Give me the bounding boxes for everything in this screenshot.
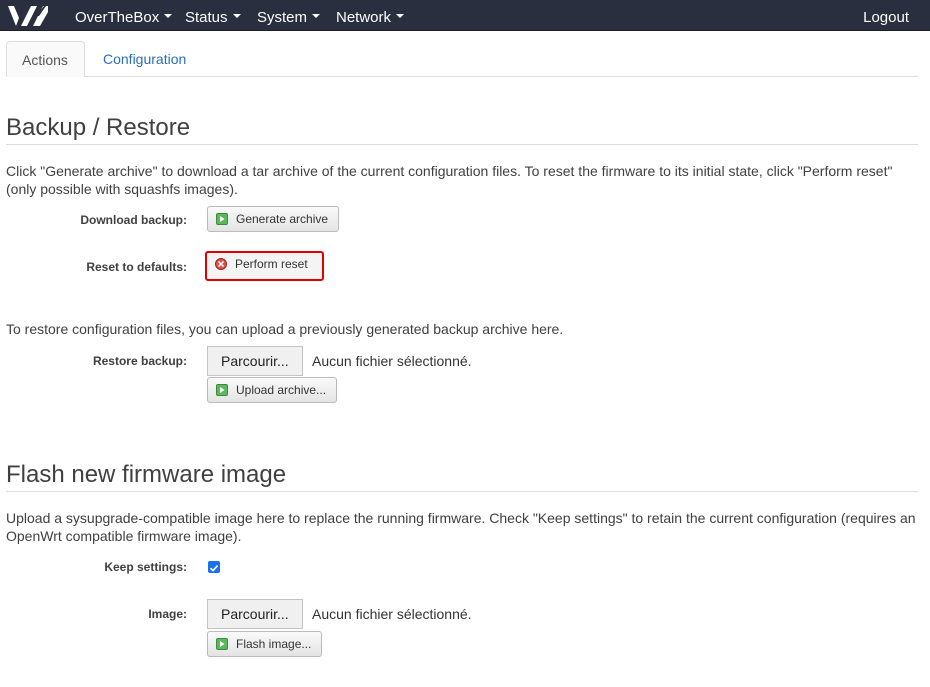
reset-defaults-label: Reset to defaults: <box>86 260 187 274</box>
restore-backup-label: Restore backup: <box>92 354 187 368</box>
tab-bar: Actions Configuration <box>6 41 918 77</box>
apply-icon <box>216 637 228 650</box>
checkmark-icon <box>209 565 219 572</box>
nav-status-label: Status <box>185 9 228 26</box>
restore-browse-button[interactable]: Parcourir... <box>207 346 303 376</box>
nav-overthebox-label: OverTheBox <box>75 9 160 26</box>
upload-archive-label: Upload archive... <box>236 383 327 397</box>
caret-down-icon <box>312 14 321 19</box>
nav-network[interactable]: Network <box>336 0 405 30</box>
perform-reset-label: Perform reset <box>235 257 308 271</box>
image-label: Image: <box>148 607 187 621</box>
upload-archive-button[interactable]: Upload archive... <box>207 377 338 403</box>
image-file-status: Aucun fichier sélectionné. <box>312 606 472 622</box>
nav-status[interactable]: Status <box>185 0 241 30</box>
flash-section-title: Flash new firmware image <box>6 459 918 492</box>
generate-archive-label: Generate archive <box>236 212 329 226</box>
keep-settings-label: Keep settings: <box>104 560 187 574</box>
tab-configuration[interactable]: Configuration <box>88 41 201 76</box>
tab-actions[interactable]: Actions <box>6 41 85 77</box>
backup-description: Click "Generate archive" to download a t… <box>6 163 893 197</box>
backup-section-title: Backup / Restore <box>6 112 918 145</box>
image-browse-button[interactable]: Parcourir... <box>207 599 303 629</box>
restore-description: To restore configuration files, you can … <box>6 321 564 337</box>
apply-icon <box>216 383 228 396</box>
flash-description: Upload a sysupgrade-compatible image her… <box>6 510 916 544</box>
flash-image-label: Flash image... <box>236 637 312 651</box>
nav-overthebox[interactable]: OverTheBox <box>75 0 173 30</box>
perform-reset-button[interactable]: Perform reset <box>205 251 324 281</box>
nav-system[interactable]: System <box>257 0 321 30</box>
nav-system-label: System <box>257 9 308 26</box>
nav-network-label: Network <box>336 9 392 26</box>
download-backup-label: Download backup: <box>80 213 187 227</box>
apply-icon <box>216 212 228 225</box>
caret-down-icon <box>232 14 241 19</box>
reset-icon <box>215 257 227 270</box>
top-navbar: OverTheBox Status System Network Logout <box>0 0 930 31</box>
flash-image-button[interactable]: Flash image... <box>207 631 323 657</box>
logout-link[interactable]: Logout <box>863 0 909 30</box>
generate-archive-button[interactable]: Generate archive <box>207 206 340 232</box>
restore-file-status: Aucun fichier sélectionné. <box>312 353 472 369</box>
ovh-logo[interactable] <box>6 4 48 28</box>
caret-down-icon <box>396 14 405 19</box>
keep-settings-checkbox[interactable] <box>208 561 220 573</box>
caret-down-icon <box>164 14 173 19</box>
